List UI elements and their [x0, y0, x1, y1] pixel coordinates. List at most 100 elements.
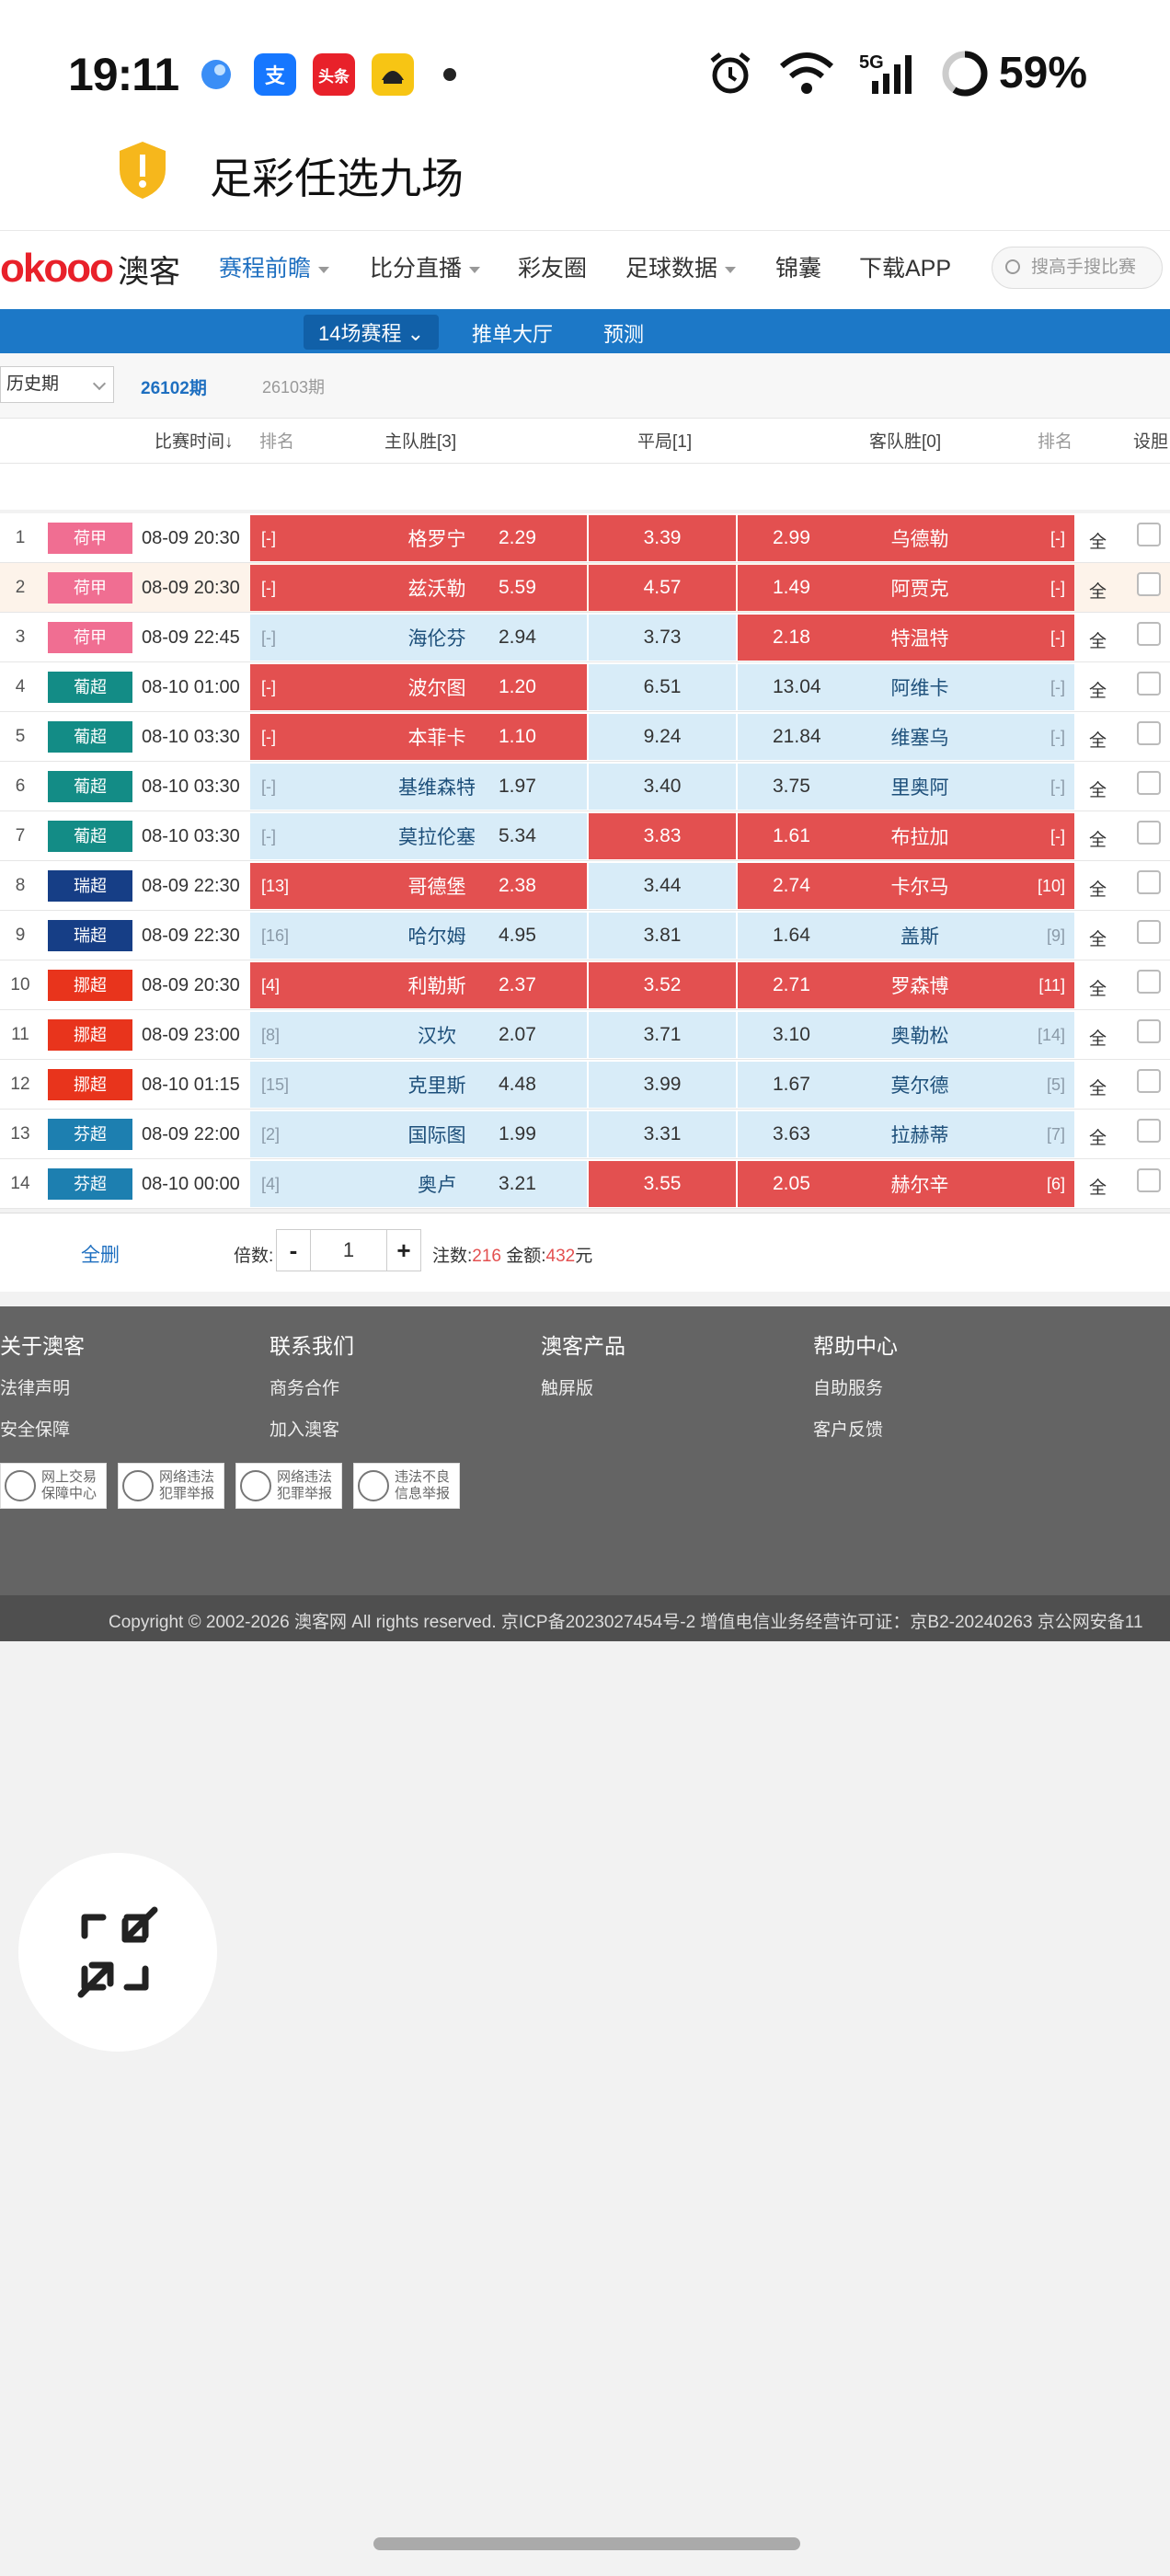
- draw-cell[interactable]: 9.24: [589, 714, 736, 760]
- footer-link[interactable]: 自助服务: [813, 1374, 898, 1399]
- league-badge[interactable]: 芬超: [48, 1168, 132, 1200]
- league-badge[interactable]: 荷甲: [48, 523, 132, 554]
- okooo-logo[interactable]: okooo 澳客: [0, 243, 180, 294]
- banker-checkbox[interactable]: [1137, 1119, 1161, 1143]
- select-all-button[interactable]: 全: [1089, 826, 1107, 851]
- select-all-button[interactable]: 全: [1089, 627, 1107, 652]
- banker-checkbox[interactable]: [1137, 672, 1161, 696]
- footer-link[interactable]: 客户反馈: [813, 1416, 898, 1441]
- select-all-button[interactable]: 全: [1089, 1075, 1107, 1099]
- home-win-cell[interactable]: [8] 汉坎 2.07: [250, 1012, 587, 1058]
- banker-checkbox[interactable]: [1137, 970, 1161, 994]
- league-badge[interactable]: 瑞超: [48, 920, 132, 951]
- away-win-cell[interactable]: 2.05 赫尔辛 [6]: [738, 1161, 1074, 1207]
- draw-cell[interactable]: 6.51: [589, 664, 736, 710]
- period-next[interactable]: 26103期: [262, 374, 325, 398]
- home-win-cell[interactable]: [4] 奥卢 3.21: [250, 1161, 587, 1207]
- league-badge[interactable]: 挪超: [48, 1019, 132, 1051]
- draw-cell[interactable]: 3.39: [589, 515, 736, 561]
- draw-cell[interactable]: 3.99: [589, 1062, 736, 1108]
- away-win-cell[interactable]: 13.04 阿维卡 [-]: [738, 664, 1074, 710]
- draw-cell[interactable]: 3.31: [589, 1111, 736, 1157]
- home-win-cell[interactable]: [-] 格罗宁 2.29: [250, 515, 587, 561]
- banker-checkbox[interactable]: [1137, 870, 1161, 894]
- home-win-cell[interactable]: [-] 海伦芬 2.94: [250, 615, 587, 661]
- banker-checkbox[interactable]: [1137, 1019, 1161, 1043]
- draw-cell[interactable]: 3.44: [589, 863, 736, 909]
- select-all-button[interactable]: 全: [1089, 776, 1107, 801]
- select-all-button[interactable]: 全: [1089, 528, 1107, 553]
- tab-prediction[interactable]: 预测: [603, 318, 644, 348]
- away-win-cell[interactable]: 1.61 布拉加 [-]: [738, 813, 1074, 859]
- league-badge[interactable]: 荷甲: [48, 622, 132, 653]
- banker-checkbox[interactable]: [1137, 821, 1161, 845]
- home-win-cell[interactable]: [16] 哈尔姆 4.95: [250, 913, 587, 959]
- banker-checkbox[interactable]: [1137, 572, 1161, 596]
- select-all-button[interactable]: 全: [1089, 727, 1107, 752]
- banker-checkbox[interactable]: [1137, 1069, 1161, 1093]
- minus-button[interactable]: -: [277, 1230, 310, 1271]
- footer-link[interactable]: 加入澳客: [270, 1416, 354, 1441]
- select-all-button[interactable]: 全: [1089, 876, 1107, 901]
- league-badge[interactable]: 挪超: [48, 1069, 132, 1100]
- tab-14-matches[interactable]: 14场赛程 ⌄: [304, 315, 440, 350]
- banker-checkbox[interactable]: [1137, 1168, 1161, 1192]
- league-badge[interactable]: 荷甲: [48, 572, 132, 604]
- draw-cell[interactable]: 3.73: [589, 615, 736, 661]
- away-win-cell[interactable]: 3.75 里奥阿 [-]: [738, 764, 1074, 810]
- security-shield-icon[interactable]: [116, 140, 169, 201]
- exit-fullscreen-button[interactable]: [18, 1853, 217, 2052]
- away-win-cell[interactable]: 3.63 拉赫蒂 [7]: [738, 1111, 1074, 1157]
- badge-cyber-crime-report[interactable]: 网络违法 犯罪举报: [118, 1463, 224, 1509]
- nav-community[interactable]: 彩友圈: [518, 250, 587, 283]
- badge-bad-info-report[interactable]: 违法不良 信息举报: [353, 1463, 460, 1509]
- away-win-cell[interactable]: 1.64 盖斯 [9]: [738, 913, 1074, 959]
- away-win-cell[interactable]: 2.99 乌德勒 [-]: [738, 515, 1074, 561]
- league-badge[interactable]: 挪超: [48, 970, 132, 1001]
- home-win-cell[interactable]: [-] 波尔图 1.20: [250, 664, 587, 710]
- select-all-button[interactable]: 全: [1089, 578, 1107, 603]
- select-all-button[interactable]: 全: [1089, 1124, 1107, 1149]
- draw-cell[interactable]: 3.52: [589, 962, 736, 1008]
- footer-link[interactable]: 安全保障: [0, 1416, 85, 1441]
- home-indicator[interactable]: [373, 2537, 800, 2550]
- home-win-cell[interactable]: [-] 本菲卡 1.10: [250, 714, 587, 760]
- home-win-cell[interactable]: [-] 莫拉伦塞 5.34: [250, 813, 587, 859]
- badge-cyber-crime-report[interactable]: 网络违法 犯罪举报: [235, 1463, 342, 1509]
- draw-cell[interactable]: 3.81: [589, 913, 736, 959]
- search-input[interactable]: 搜高手搜比赛: [992, 247, 1163, 289]
- header-time[interactable]: 比赛时间↓: [155, 428, 234, 453]
- badge-trade-protection[interactable]: 网上交易 保障中心: [0, 1463, 107, 1509]
- league-badge[interactable]: 葡超: [48, 721, 132, 753]
- away-win-cell[interactable]: 3.10 奥勒松 [14]: [738, 1012, 1074, 1058]
- home-win-cell[interactable]: [13] 哥德堡 2.38: [250, 863, 587, 909]
- multiplier-stepper[interactable]: - 1 +: [276, 1229, 421, 1271]
- banker-checkbox[interactable]: [1137, 523, 1161, 546]
- home-win-cell[interactable]: [15] 克里斯 4.48: [250, 1062, 587, 1108]
- banker-checkbox[interactable]: [1137, 721, 1161, 745]
- banker-checkbox[interactable]: [1137, 622, 1161, 646]
- draw-cell[interactable]: 3.83: [589, 813, 736, 859]
- plus-button[interactable]: +: [387, 1230, 420, 1271]
- select-all-button[interactable]: 全: [1089, 926, 1107, 950]
- nav-schedule[interactable]: 赛程前瞻: [219, 250, 330, 283]
- multiplier-input[interactable]: 1: [310, 1230, 387, 1271]
- nav-live-score[interactable]: 比分直播: [370, 250, 481, 283]
- delete-all-button[interactable]: 全删: [81, 1240, 120, 1268]
- league-badge[interactable]: 芬超: [48, 1119, 132, 1150]
- tab-tips-hall[interactable]: 推单大厅: [472, 318, 553, 348]
- away-win-cell[interactable]: 1.67 莫尔德 [5]: [738, 1062, 1074, 1108]
- footer-link[interactable]: 法律声明: [0, 1374, 85, 1399]
- nav-football-data[interactable]: 足球数据: [625, 250, 737, 283]
- home-win-cell[interactable]: [2] 国际图 1.99: [250, 1111, 587, 1157]
- league-badge[interactable]: 葡超: [48, 672, 132, 703]
- league-badge[interactable]: 葡超: [48, 771, 132, 802]
- draw-cell[interactable]: 3.40: [589, 764, 736, 810]
- banker-checkbox[interactable]: [1137, 920, 1161, 944]
- home-win-cell[interactable]: [-] 兹沃勒 5.59: [250, 565, 587, 611]
- draw-cell[interactable]: 3.55: [589, 1161, 736, 1207]
- draw-cell[interactable]: 3.71: [589, 1012, 736, 1058]
- league-badge[interactable]: 瑞超: [48, 870, 132, 902]
- away-win-cell[interactable]: 2.74 卡尔马 [10]: [738, 863, 1074, 909]
- select-all-button[interactable]: 全: [1089, 975, 1107, 1000]
